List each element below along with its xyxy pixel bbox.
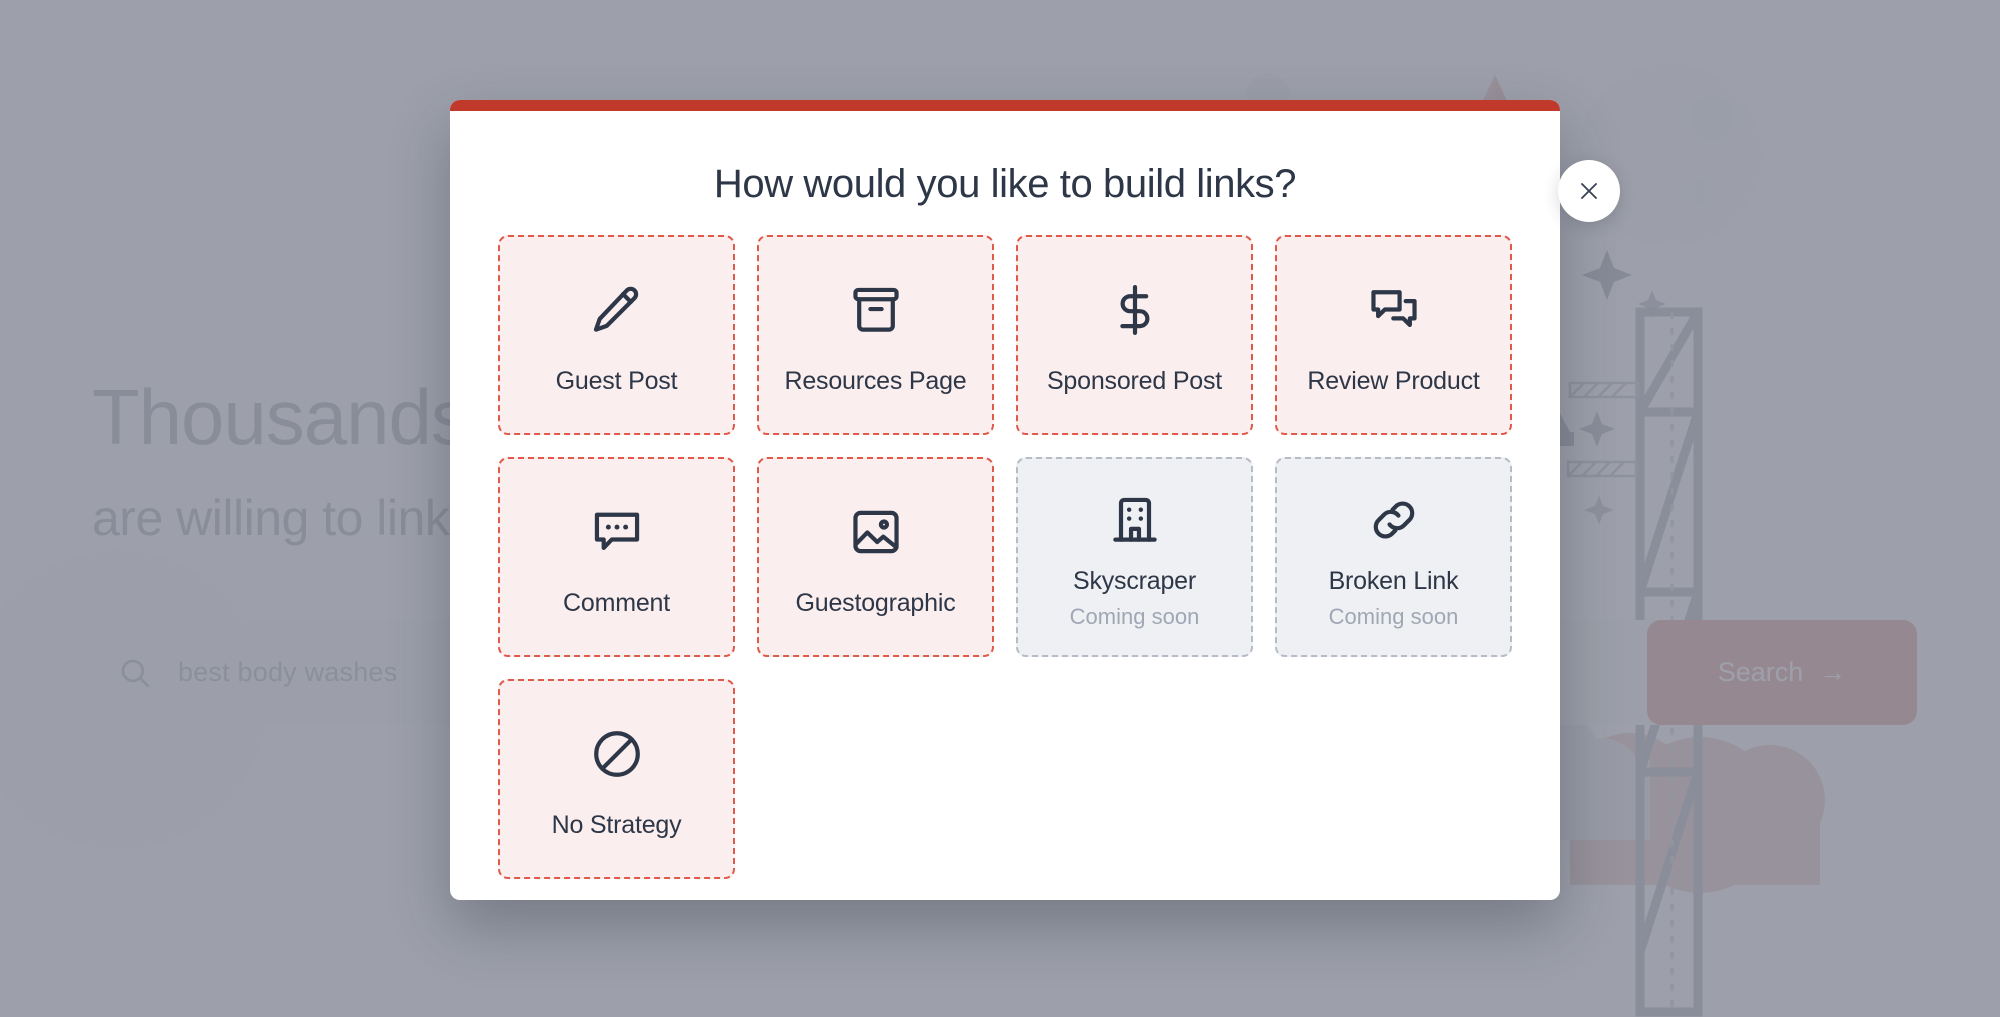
strategy-tile-broken-link: Broken Link Coming soon — [1275, 457, 1512, 657]
strategy-tile-resources-page[interactable]: Resources Page — [757, 235, 994, 435]
strategy-tile-comment[interactable]: Comment — [498, 457, 735, 657]
building-icon — [1107, 491, 1163, 549]
strategy-tile-status: Coming soon — [1069, 603, 1200, 629]
close-button[interactable] — [1558, 160, 1620, 222]
comment-dots-icon — [589, 503, 645, 561]
strategy-tile-label: Review Product — [1307, 366, 1480, 395]
prohibited-icon — [589, 725, 645, 783]
strategy-tile-label: Comment — [563, 588, 670, 617]
chain-link-icon — [1366, 491, 1422, 549]
chat-bubbles-icon — [1366, 281, 1422, 339]
strategy-tile-label: Skyscraper — [1072, 566, 1197, 595]
app-root: Thousands of site owners are willing to … — [0, 0, 2000, 1017]
strategy-tile-label: Broken Link — [1328, 566, 1459, 595]
strategy-tile-status: Coming soon — [1328, 603, 1459, 629]
modal-accent-bar — [450, 100, 1560, 111]
strategy-tile-label: Resources Page — [784, 366, 967, 395]
strategy-tile-label: Guestographic — [795, 588, 956, 617]
archive-box-icon — [848, 281, 904, 339]
modal-title: How would you like to build links? — [713, 162, 1297, 206]
strategy-tile-no-strategy[interactable]: No Strategy — [498, 679, 735, 879]
image-icon — [848, 503, 904, 561]
strategy-tile-grid: Guest Post Resources Page Sponsored Post… — [498, 235, 1512, 879]
strategy-tile-label: Guest Post — [555, 366, 678, 395]
strategy-tile-guest-post[interactable]: Guest Post — [498, 235, 735, 435]
strategy-tile-sponsored-post[interactable]: Sponsored Post — [1016, 235, 1253, 435]
strategy-tile-label: No Strategy — [551, 810, 682, 839]
pencil-icon — [589, 281, 645, 339]
strategy-tile-guestographic[interactable]: Guestographic — [757, 457, 994, 657]
strategy-tile-label: Sponsored Post — [1046, 366, 1223, 395]
close-icon — [1581, 183, 1597, 199]
strategy-tile-skyscraper: Skyscraper Coming soon — [1016, 457, 1253, 657]
strategy-tile-review-product[interactable]: Review Product — [1275, 235, 1512, 435]
build-links-modal: How would you like to build links? Guest… — [450, 100, 1620, 900]
dollar-sign-icon — [1107, 281, 1163, 339]
